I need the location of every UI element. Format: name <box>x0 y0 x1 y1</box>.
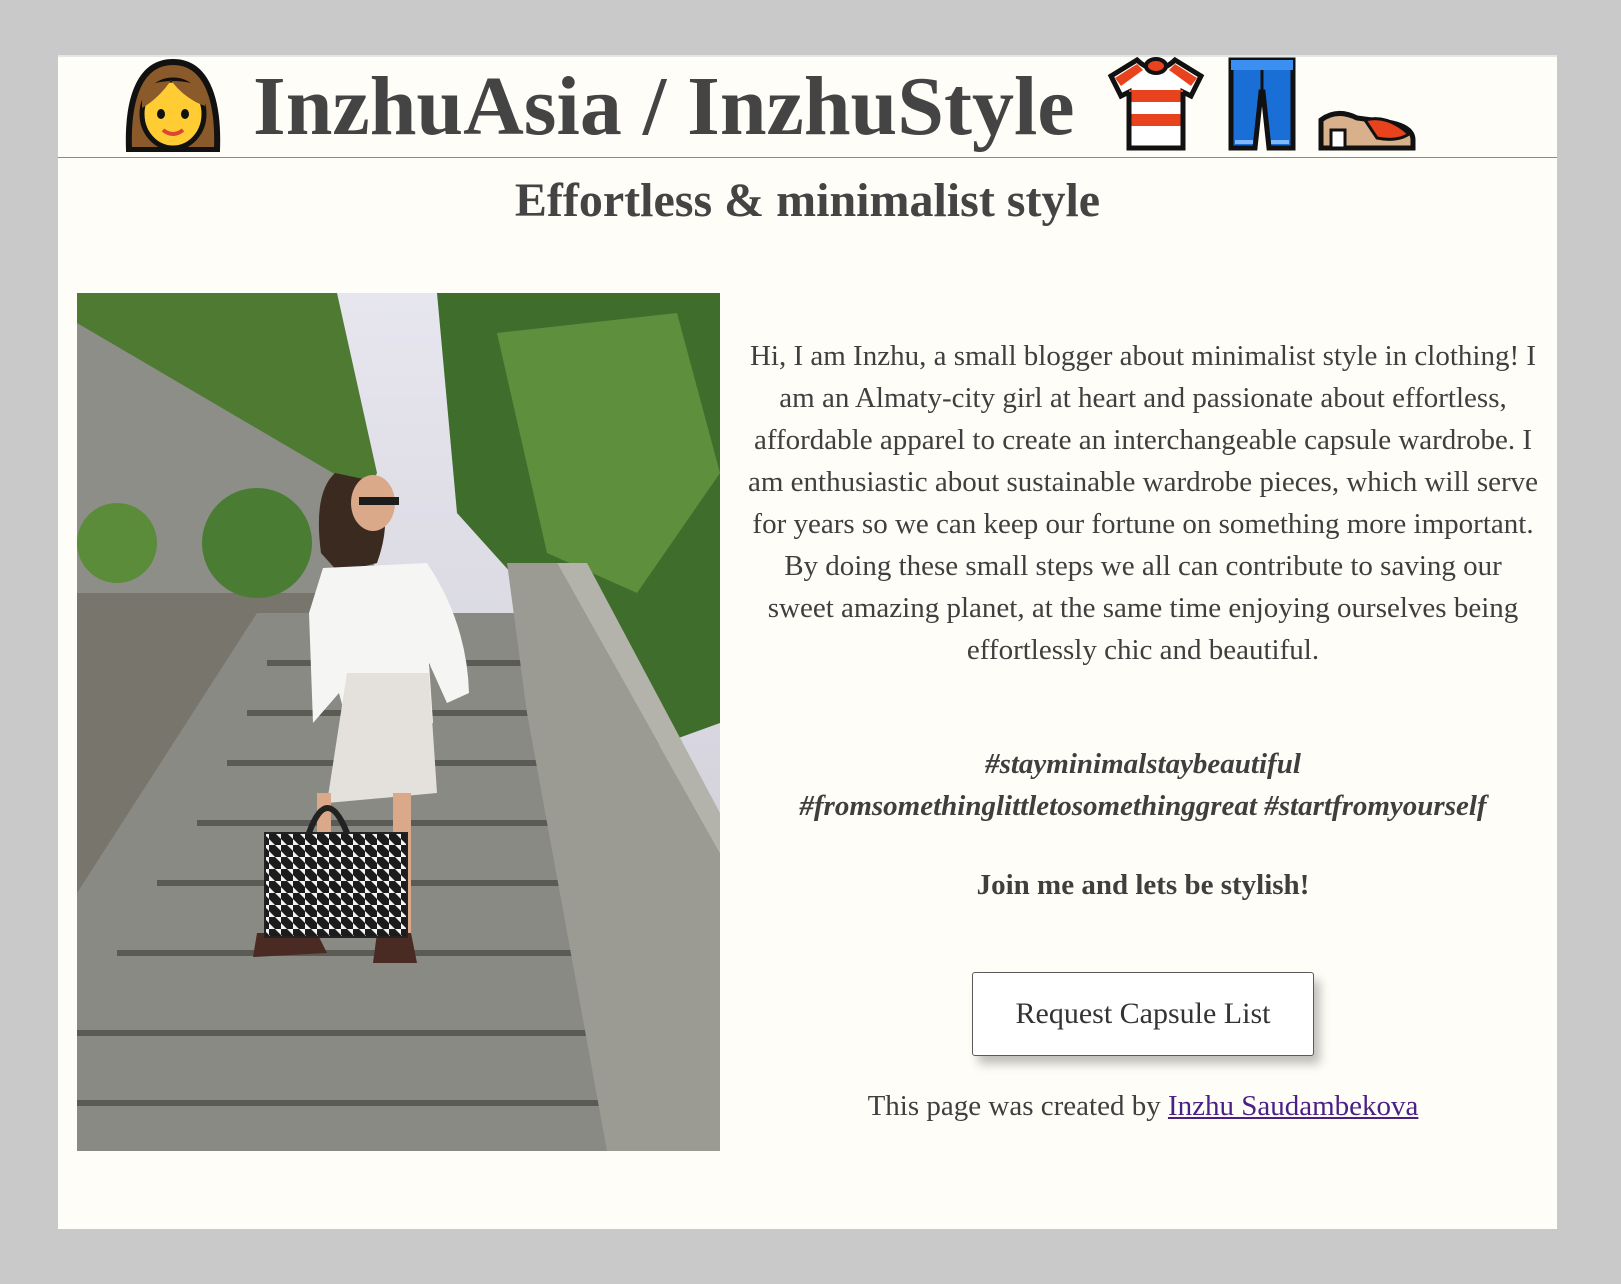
request-capsule-list-button[interactable]: Request Capsule List <box>972 972 1314 1056</box>
hashtags: #stayminimalstaybeautiful #fromsomething… <box>748 743 1538 827</box>
flat-shoe-icon <box>1317 100 1417 157</box>
jeans-icon <box>1227 56 1297 157</box>
footer-credit: This page was created by Inzhu Saudambek… <box>748 1090 1538 1123</box>
hashtags-line-2: #fromsomethinglittletosomethinggreat #st… <box>799 790 1487 822</box>
site-title: InzhuAsia / InzhuStyle <box>253 60 1075 153</box>
hashtags-line-1: #stayminimalstaybeautiful <box>985 748 1301 780</box>
footer-prefix: This page was created by <box>867 1090 1168 1122</box>
tshirt-icon <box>1107 56 1205 157</box>
page-container: InzhuAsia / InzhuStyle Effortless & mini… <box>58 55 1557 1229</box>
join-text: Join me and lets be stylish! <box>976 869 1310 901</box>
intro-paragraph: Hi, I am Inzhu, a small blogger about mi… <box>748 340 1539 666</box>
site-header: InzhuAsia / InzhuStyle <box>58 56 1557 158</box>
main-content: Hi, I am Inzhu, a small blogger about mi… <box>748 335 1538 1123</box>
woman-icon <box>123 56 223 157</box>
author-link[interactable]: Inzhu Saudambekova <box>1168 1090 1418 1122</box>
page-subtitle: Effortless & minimalist style <box>514 174 1101 227</box>
profile-photo <box>77 293 720 1151</box>
